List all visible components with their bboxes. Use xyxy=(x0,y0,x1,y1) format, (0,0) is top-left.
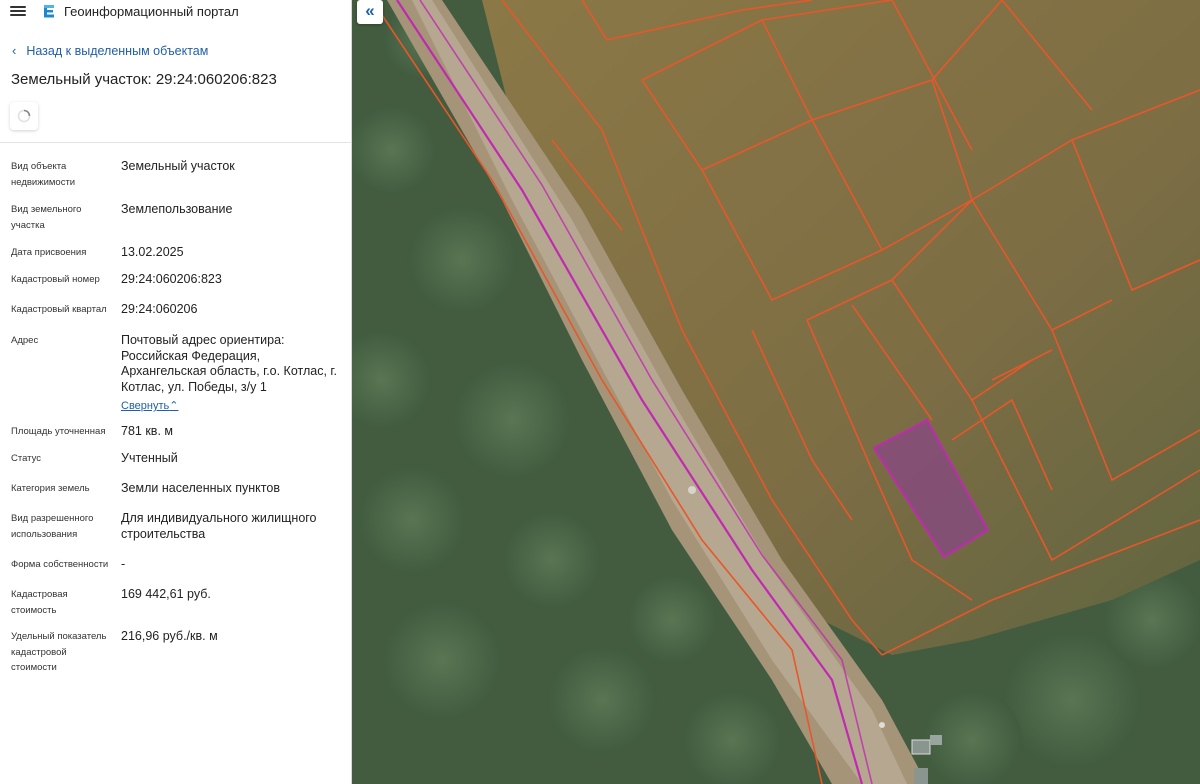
property-label: Адрес xyxy=(11,335,39,346)
back-to-selected-link[interactable]: ‹ Назад к выделенным объектам xyxy=(12,43,208,58)
property-label: Форма собственности xyxy=(11,559,109,570)
property-value: 13.02.2025 xyxy=(121,245,184,259)
property-label: Удельный показатель кадастровой стоимост… xyxy=(11,631,107,673)
back-link-label: Назад к выделенным объектам xyxy=(26,44,209,58)
address-text: Почтовый адрес ориентира: Российская Фед… xyxy=(121,333,337,394)
property-value: Для индивидуального жилищного строительс… xyxy=(121,511,317,541)
divider xyxy=(0,142,351,143)
property-label: Кадастровый номер xyxy=(11,274,100,285)
portal-logo-icon xyxy=(44,5,54,18)
collapse-label: Свернуть xyxy=(121,400,170,412)
property-label: Категория земель xyxy=(11,483,90,494)
property-label: Площадь уточненная xyxy=(11,426,106,437)
chevron-left-icon: ‹ xyxy=(12,43,17,58)
property-label: Вид разрешенного использования xyxy=(11,513,94,540)
app-header: Геоинформационный портал xyxy=(0,0,351,24)
collapse-address-toggle[interactable]: Свернуть⌃ xyxy=(121,398,349,415)
property-value: Земли населенных пунктов xyxy=(121,481,280,495)
property-label: Дата присвоения xyxy=(11,247,87,258)
loading-spinner xyxy=(10,102,38,130)
collapse-panel-button[interactable]: « xyxy=(357,0,383,24)
property-value: Земельный участок xyxy=(121,159,235,173)
hamburger-menu-icon[interactable] xyxy=(10,4,26,18)
spinner-icon xyxy=(17,109,31,123)
chevron-up-icon: ⌃ xyxy=(169,400,179,412)
property-value: 216,96 руб./кв. м xyxy=(121,629,218,643)
property-label: Вид земельного участка xyxy=(11,204,82,231)
property-value: 29:24:060206 xyxy=(121,302,198,316)
property-label: Вид объекта недвижимости xyxy=(11,161,76,188)
property-value: 781 кв. м xyxy=(121,424,173,438)
satellite-map[interactable] xyxy=(352,0,1200,784)
property-label: Кадастровый квартал xyxy=(11,304,107,315)
property-label: Статус xyxy=(11,453,42,464)
property-value: - xyxy=(121,557,126,571)
property-label: Кадастровая стоимость xyxy=(11,589,68,616)
double-chevron-left-icon: « xyxy=(365,1,375,20)
info-panel: Геоинформационный портал ‹ Назад к выделе… xyxy=(0,0,352,784)
app-title: Геоинформационный портал xyxy=(64,4,239,19)
property-value: Почтовый адрес ориентира: Российская Фед… xyxy=(121,333,349,415)
object-title: Земельный участок: 29:24:060206:823 xyxy=(11,71,277,88)
property-value: 29:24:060206:823 xyxy=(121,272,222,286)
property-value: 169 442,61 руб. xyxy=(121,587,211,601)
property-value: Учтенный xyxy=(121,451,178,465)
property-value: Землепользование xyxy=(121,202,233,216)
map-canvas[interactable] xyxy=(352,0,1200,784)
